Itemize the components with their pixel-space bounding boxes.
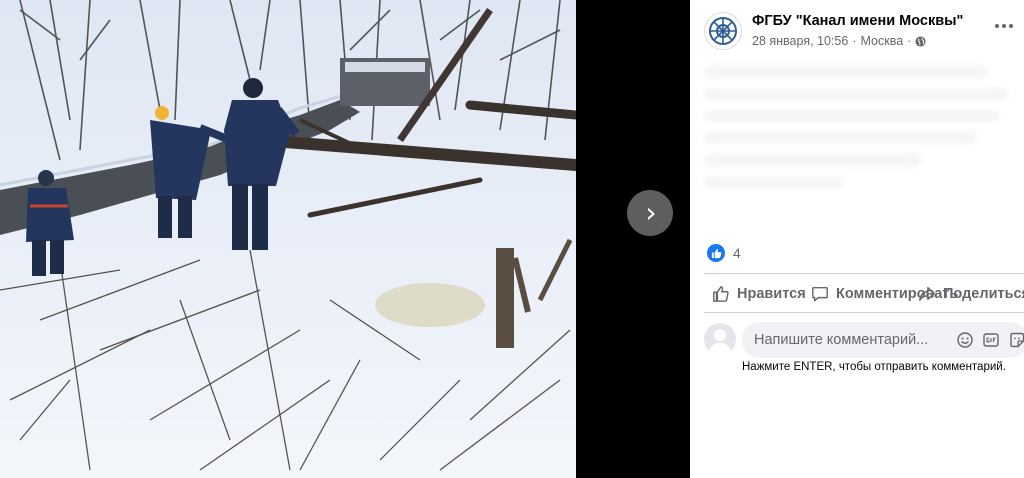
share-icon <box>919 286 935 302</box>
post-photo[interactable] <box>0 0 576 478</box>
comment-tools <box>956 331 1024 349</box>
next-photo-button[interactable]: › <box>627 190 673 236</box>
gif-icon[interactable] <box>982 331 1000 349</box>
meta-separator: · <box>907 34 912 48</box>
divider <box>704 273 1024 274</box>
snow-scene-illustration <box>0 0 576 478</box>
ship-wheel-icon <box>709 17 737 45</box>
meta-separator: · <box>852 34 857 48</box>
reaction-count: 4 <box>733 245 741 261</box>
photo-viewer: › <box>0 0 690 478</box>
page-avatar[interactable] <box>704 12 742 50</box>
emoji-icon[interactable] <box>956 331 974 349</box>
like-reaction-icon <box>707 244 725 262</box>
globe-icon <box>915 35 926 47</box>
post-text-blurred <box>704 56 1014 216</box>
post-location[interactable]: Москва <box>860 34 903 48</box>
comment-hint: Нажмите ENTER, чтобы отправить комментар… <box>742 361 1006 373</box>
more-options-icon[interactable] <box>992 14 1016 38</box>
post-date[interactable]: 28 января, 10:56 <box>752 34 848 48</box>
thumbs-up-icon <box>713 286 729 302</box>
comment-icon <box>812 286 828 302</box>
comment-composer <box>704 322 1024 358</box>
share-button[interactable]: Поделиться <box>918 278 1024 310</box>
page-name-link[interactable]: ФГБУ "Канал имени Москвы" <box>752 13 963 29</box>
divider <box>704 312 1024 313</box>
sticker-icon[interactable] <box>1008 331 1024 349</box>
post-actions: Нравится Комментировать Поделиться <box>704 278 1024 310</box>
post-meta: 28 января, 10:56 · Москва · <box>752 34 926 48</box>
like-button[interactable]: Нравится <box>712 278 806 310</box>
post-side-panel: ФГБУ "Канал имени Москвы" 28 января, 10:… <box>690 0 1024 478</box>
chevron-right-icon: › <box>645 196 657 229</box>
share-label: Поделиться <box>943 286 1024 302</box>
post-header: ФГБУ "Канал имени Москвы" 28 января, 10:… <box>704 12 1014 52</box>
like-label: Нравится <box>737 286 806 302</box>
reactions-summary[interactable]: 4 <box>707 244 741 262</box>
user-avatar[interactable] <box>704 323 736 355</box>
